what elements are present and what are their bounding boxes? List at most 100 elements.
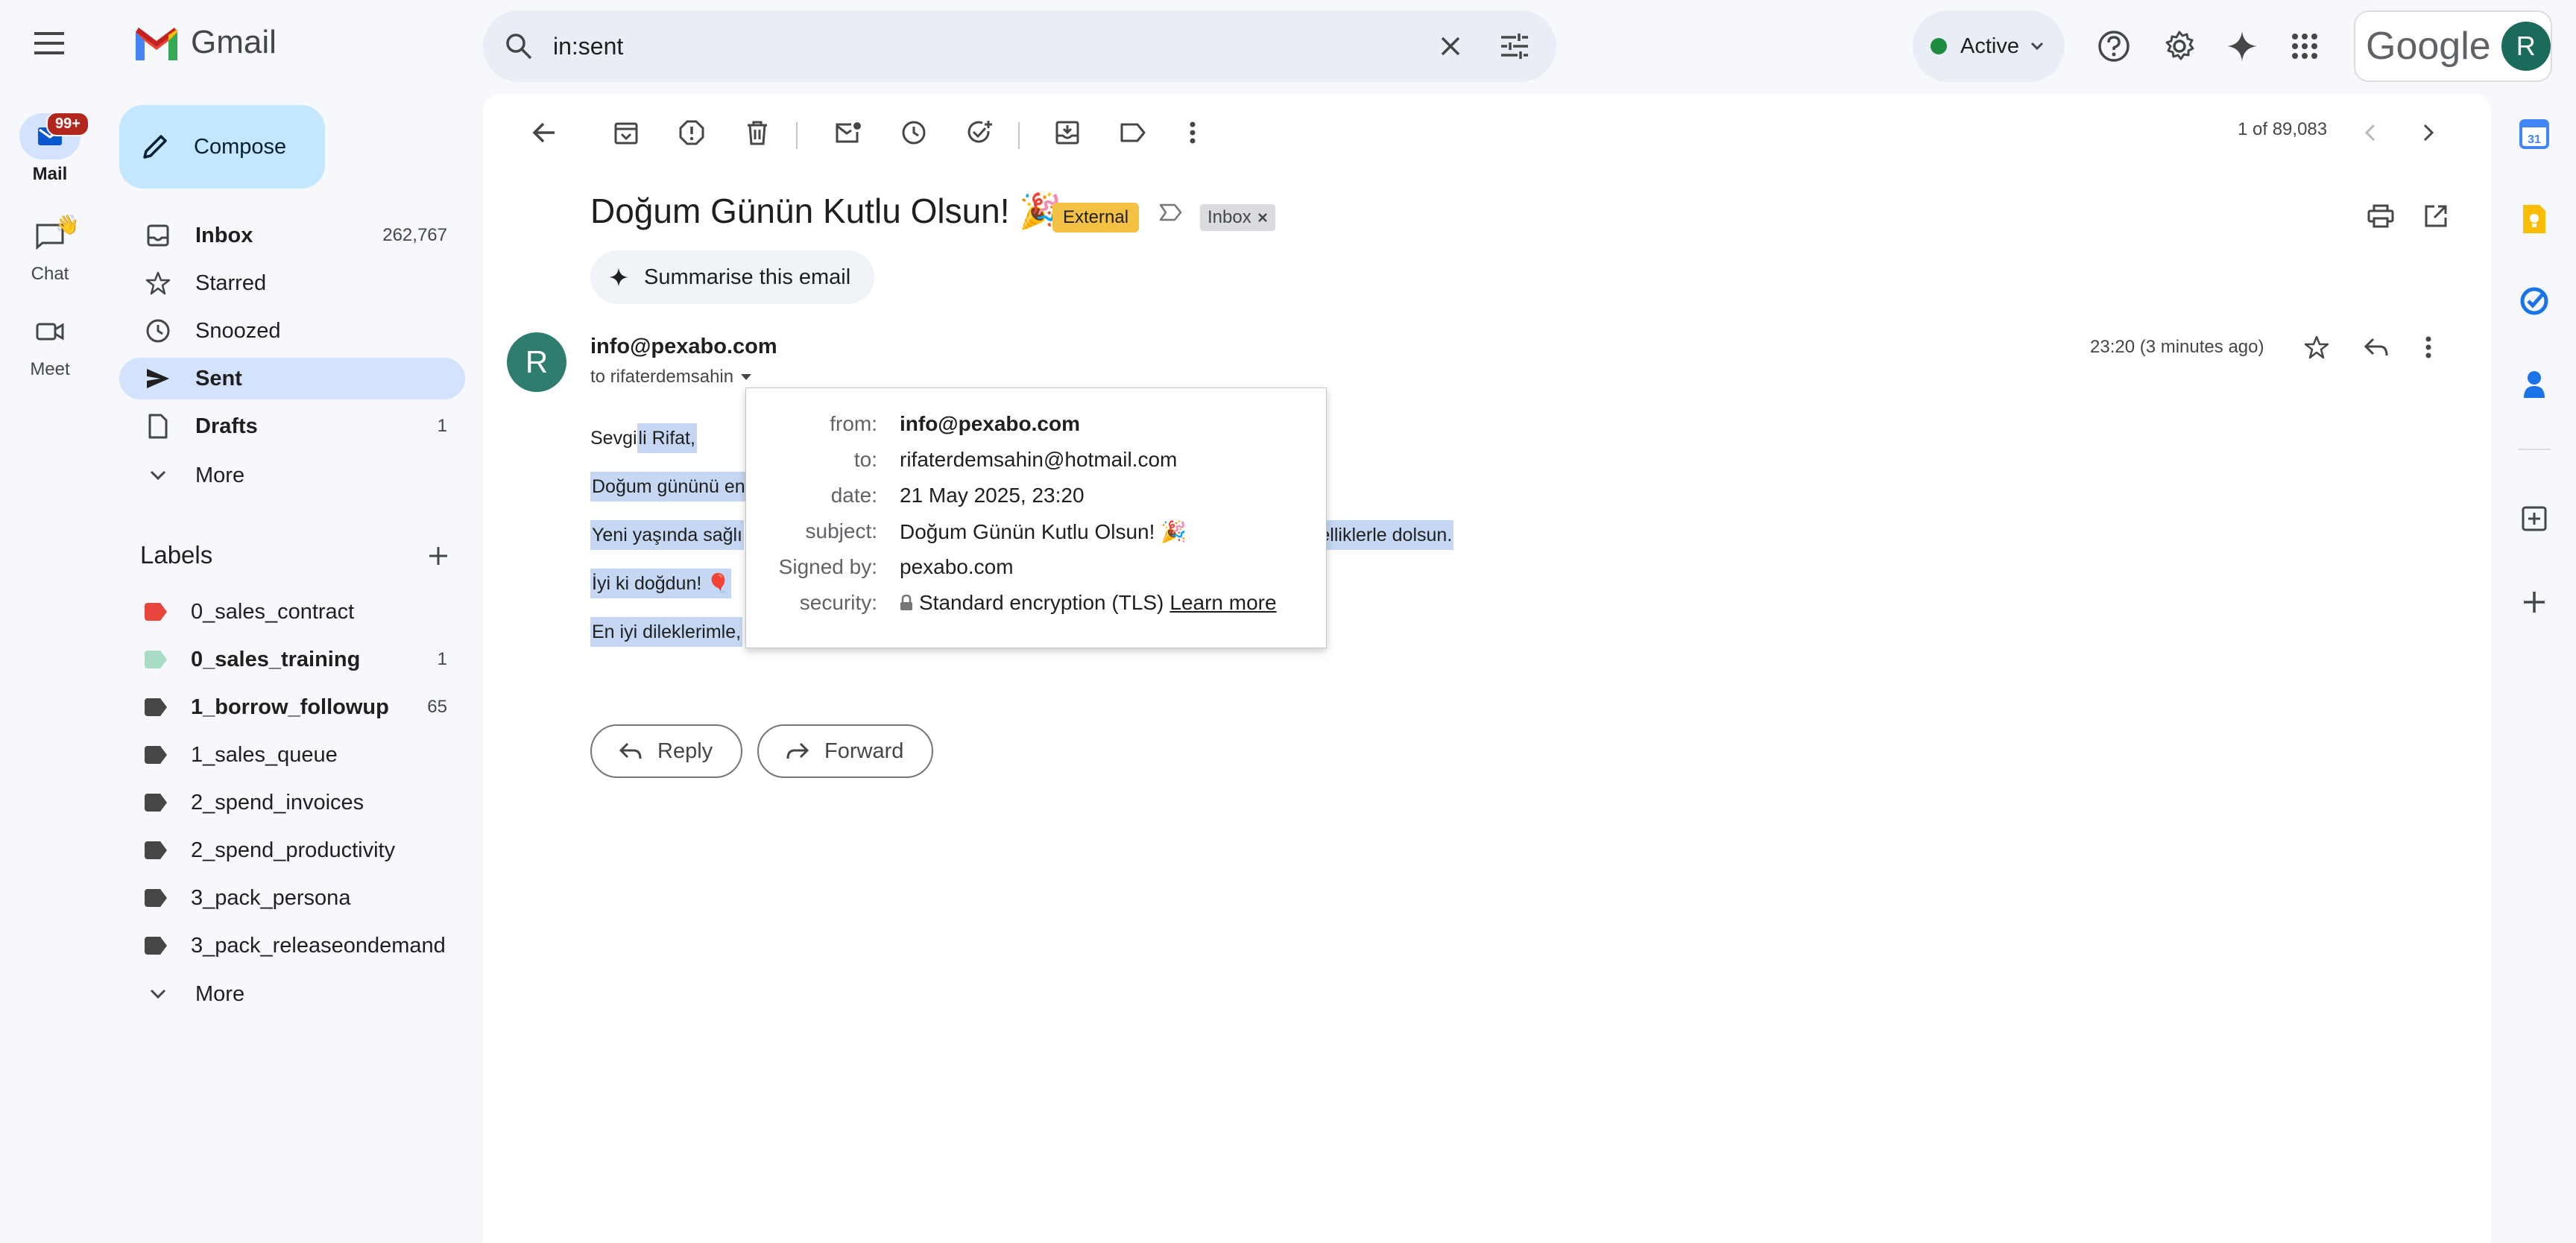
label-item[interactable]: 0_sales_contract [119,591,465,633]
move-to-button[interactable] [1045,110,1090,155]
close-icon[interactable] [1257,212,1268,223]
status-label: Active [1960,34,2019,58]
google-wordmark: Google [2366,25,2491,68]
chevron-left-icon [2364,124,2375,142]
help-button[interactable] [2090,22,2138,70]
summarise-label: Summarise this email [644,265,851,289]
detail-key: security: [799,591,877,614]
more-actions-button[interactable] [1170,110,1215,155]
plus-icon [429,547,447,565]
rail-meet-label: Meet [30,359,70,379]
pagination-text: 1 of 89,083 [2238,119,2328,139]
sidebar-item-snoozed[interactable]: Snoozed [119,310,465,352]
label-tag-icon [145,698,167,716]
contacts-app-button[interactable] [2513,364,2555,405]
add-on-button[interactable] [2513,498,2555,540]
snooze-button[interactable] [891,110,936,155]
newer-button[interactable] [2348,110,2393,155]
print-all-button[interactable] [2358,194,2403,238]
lock-icon [900,595,912,610]
apps-button[interactable] [2281,22,2329,70]
labels-more[interactable]: More [119,973,465,1015]
compose-button[interactable]: Compose [119,105,325,189]
delete-button[interactable] [735,110,780,155]
label-item[interactable]: 2_spend_invoices [119,782,465,823]
account-switcher[interactable]: Google R [2354,10,2552,82]
toolbar-divider [1018,122,1020,149]
sidebar-item-inbox[interactable]: Inbox 262,767 [119,215,465,256]
create-label-button[interactable] [420,538,456,574]
label-item[interactable]: 1_sales_queue [119,734,465,776]
label-tag-icon [145,841,167,859]
sidebar-item-count: 262,767 [382,225,447,245]
label-name: 3_pack_persona [191,885,351,910]
label-name: 3_pack_releaseondemand [191,933,446,958]
label-name: 1_borrow_followup [191,695,389,719]
show-details-icon[interactable] [739,373,753,382]
main-menu-button[interactable] [27,21,72,66]
search-input[interactable] [553,32,1430,60]
star-button[interactable] [2294,325,2339,370]
add-to-tasks-button[interactable] [957,110,1002,155]
importance-icon [1159,203,1182,221]
mark-unread-button[interactable] [826,110,871,155]
reply-button[interactable]: Reply [590,724,743,778]
back-button[interactable] [522,110,566,155]
rail-mail-label: Mail [32,164,68,184]
email-subject: Doğum Günün Kutlu Olsun! 🎉 [590,192,1062,230]
label-item[interactable]: 2_spend_productivity [119,829,465,871]
label-name: 0_sales_contract [191,599,355,624]
clear-search-button[interactable] [1430,25,1471,67]
arrow-back-icon [532,122,555,143]
archive-button[interactable] [604,110,648,155]
get-add-ons-button[interactable] [2513,581,2555,623]
search-options-button[interactable] [1494,25,1535,67]
sidebar-item-sent[interactable]: Sent [119,358,465,399]
rail-meet[interactable]: Meet [19,309,80,380]
tasks-app-button[interactable] [2513,280,2555,322]
report-icon [679,120,704,145]
settings-button[interactable] [2156,22,2203,70]
open-new-window-button[interactable] [2414,194,2458,238]
report-spam-button[interactable] [669,110,714,155]
email-view: 1 of 89,083 Doğum Günün Kutlu Olsun! 🎉 E… [483,94,2491,1243]
labels-button[interactable] [1111,110,1155,155]
sidebar-item-more[interactable]: More [119,455,465,496]
summarise-button[interactable]: Summarise this email [590,250,875,304]
reply-icon-button[interactable] [2354,325,2399,370]
calendar-icon: 31 [2519,119,2549,149]
message-more-button[interactable] [2406,325,2451,370]
calendar-app-button[interactable]: 31 [2513,113,2555,155]
search-icon[interactable] [504,31,534,61]
importance-marker-button[interactable] [1158,203,1184,222]
compose-label: Compose [194,134,287,159]
label-item[interactable]: 0_sales_training 1 [119,639,465,680]
body-line: En iyi dileklerimle, [590,617,743,647]
label-tag-icon [145,603,167,621]
gmail-wordmark: Gmail [191,24,277,60]
label-item[interactable]: 3_pack_persona [119,877,465,919]
status-dropdown[interactable]: Active [1913,10,2065,82]
sidebar-item-starred[interactable]: Starred [119,262,465,304]
detail-value: rifaterdemsahin@hotmail.com [900,448,1178,471]
learn-more-link[interactable]: Learn more [1169,591,1276,615]
gemini-button[interactable] [2218,22,2266,70]
sidebar-item-drafts[interactable]: Drafts 1 [119,405,465,447]
detail-value: 21 May 2025, 23:20 [900,484,1085,507]
sidebar-item-label: Inbox [195,223,253,247]
keep-app-button[interactable] [2513,198,2555,240]
sender-email[interactable]: info@pexabo.com [590,335,777,359]
selected-text: li Rifat, [637,423,697,453]
rail-chat[interactable]: 👋 Chat [19,213,80,285]
clock-icon [146,319,170,343]
detail-key: subject: [805,519,878,543]
label-item[interactable]: 1_borrow_followup 65 [119,686,465,728]
detail-key: date: [830,484,877,507]
message-details-popup: from: info@pexabo.com to: rifaterdemsahi… [745,388,1327,648]
older-button[interactable] [2406,110,2451,155]
gmail-logo[interactable]: Gmail [133,24,277,61]
labels-heading: Labels [140,541,213,569]
forward-button[interactable]: Forward [757,724,934,778]
rail-mail[interactable]: 99+ Mail [19,112,89,185]
label-item[interactable]: 3_pack_releaseondemand [119,925,465,967]
